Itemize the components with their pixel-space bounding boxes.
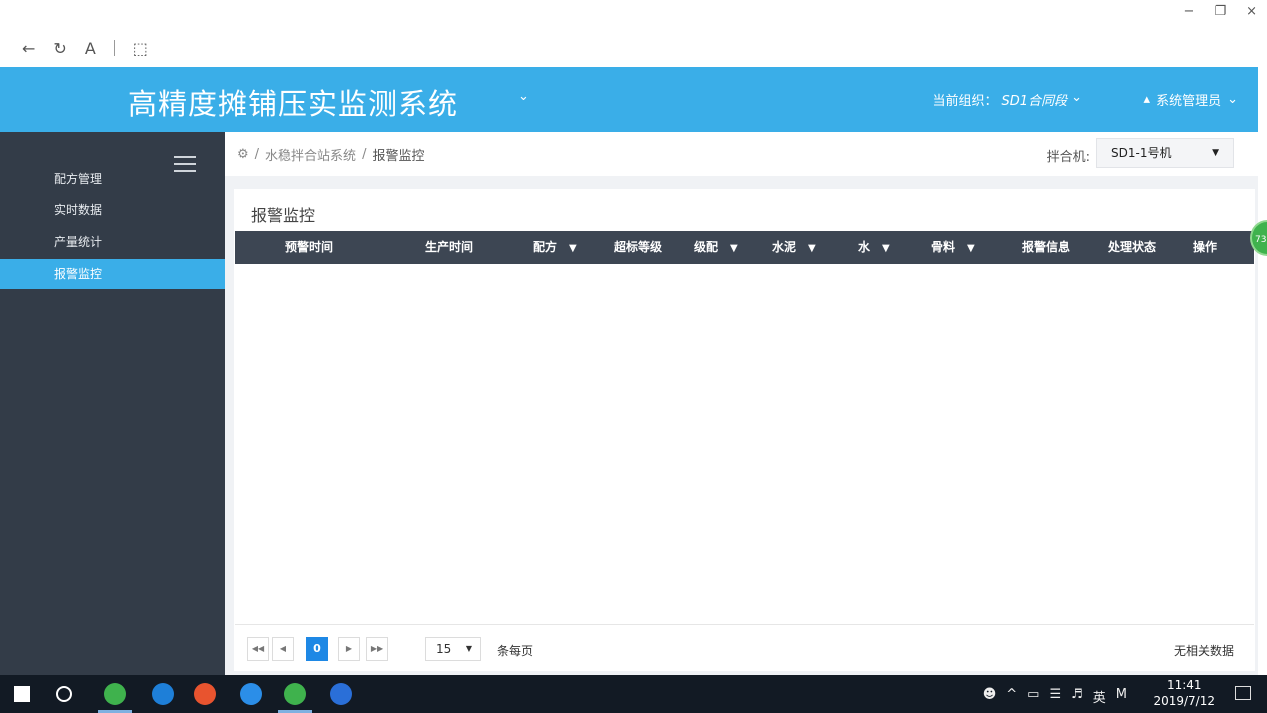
window-controls: − ❐ × (1184, 4, 1257, 22)
next-page-button[interactable]: ▶ (338, 637, 360, 661)
browser-toolbar: ← ↻ A ⬚ (22, 34, 148, 62)
chevron-down-icon: ⌄ (1071, 90, 1082, 105)
user-name: 系统管理员 (1156, 94, 1222, 109)
col-cement: 水泥 ▼ (772, 240, 816, 254)
browser-360-icon[interactable] (104, 683, 126, 705)
user-icon: ▴ (1143, 92, 1151, 107)
k-app-icon[interactable] (240, 683, 262, 705)
tabs-icon[interactable]: ⬚ (133, 39, 148, 58)
last-page-button[interactable]: ▶▶ (366, 637, 388, 661)
breadcrumb-bar: ⚙ / 水稳拌合站系统 / 报警监控 拌合机: SD1-1号机 ▼ (225, 132, 1258, 176)
breadcrumb-current: 报警监控 (372, 149, 425, 164)
main-content: ⚙ / 水稳拌合站系统 / 报警监控 拌合机: SD1-1号机 ▼ 报警监控 预… (225, 132, 1258, 675)
clock[interactable]: 11:41 2019/7/12 (1153, 677, 1215, 709)
table-body (235, 264, 1254, 624)
mixer-label: 拌合机: (1046, 150, 1090, 165)
chevron-up-icon[interactable]: ^ (1006, 687, 1017, 706)
back-icon[interactable]: ← (22, 39, 35, 58)
restore-button[interactable]: ❐ (1214, 4, 1226, 22)
chevron-down-icon: ⌄ (1227, 92, 1238, 107)
breadcrumb-root[interactable]: 水稳拌合站系统 (265, 145, 356, 164)
filter-icon[interactable]: ▼ (882, 243, 890, 254)
breadcrumb: ⚙ / 水稳拌合站系统 / 报警监控 (237, 145, 425, 164)
sidebar-item-alarm[interactable]: 报警监控 (0, 259, 225, 289)
clock-date: 2019/7/12 (1153, 694, 1215, 708)
search-icon[interactable] (56, 686, 72, 702)
page-size-value: 15 (436, 642, 452, 656)
col-handling-status[interactable]: 处理状态 (1108, 231, 1156, 264)
mixer-value: SD1-1号机 (1111, 146, 1172, 160)
col-alarm-info[interactable]: 报警信息 (1022, 231, 1070, 264)
col-water: 水 ▼ (858, 240, 890, 254)
col-exceed-level[interactable]: 超标等级 (614, 231, 662, 264)
clock-time: 11:41 (1166, 678, 1202, 692)
col-warning-time[interactable]: 预警时间 (285, 231, 333, 264)
filter-icon[interactable]: ▼ (808, 243, 816, 254)
windows-start-icon[interactable] (14, 686, 30, 702)
reload-icon[interactable]: ↻ (53, 39, 66, 58)
org-value: SD1合同段 (1001, 94, 1068, 109)
pager: ◀◀ ◀ 0 ▶ ▶▶ 15 ▼ 条每页 无相关数据 (235, 624, 1254, 671)
caret-down-icon: ▼ (465, 644, 472, 653)
battery-icon[interactable]: ▭ (1027, 687, 1039, 706)
org-selector[interactable]: 当前组织： SD1合同段 ⌄ (933, 90, 1082, 109)
empty-text: 无相关数据 (1173, 644, 1234, 658)
notification-icon[interactable] (1235, 686, 1251, 700)
sidebar-item-recipe[interactable]: 配方管理 (0, 164, 225, 194)
volume-icon[interactable]: ♬ (1071, 687, 1083, 706)
current-page-button[interactable]: 0 (306, 637, 328, 661)
close-button[interactable]: × (1246, 4, 1257, 22)
sidebar: 配方管理 实时数据 产量统计 报警监控 (0, 132, 225, 675)
gear-icon[interactable]: ⚙ (237, 147, 249, 162)
org-label: 当前组织： (932, 94, 998, 109)
taskbar: ☻ ^ ▭ ☰ ♬ 英 M 11:41 2019/7/12 (0, 675, 1267, 713)
user-menu[interactable]: ▴ 系统管理员 ⌄ (1144, 90, 1238, 109)
alarm-panel: 报警监控 预警时间 生产时间 配方 ▼ 超标等级 级配 ▼ 水泥 ▼ 水 ▼ 骨料 ▼ 报… (234, 189, 1255, 671)
first-page-button[interactable]: ◀◀ (247, 637, 269, 661)
wechat-icon[interactable] (284, 683, 306, 705)
chrome-icon[interactable] (194, 683, 216, 705)
shield-app-icon[interactable] (330, 683, 352, 705)
ime-indicator[interactable]: 英 (1093, 687, 1106, 706)
per-page-label: 条每页 (497, 644, 534, 658)
filter-icon[interactable]: ▼ (730, 243, 738, 254)
table-header: 预警时间 生产时间 配方 ▼ 超标等级 级配 ▼ 水泥 ▼ 水 ▼ 骨料 ▼ 报警信息 处… (235, 231, 1254, 264)
filter-icon[interactable]: ▼ (967, 243, 975, 254)
chevron-down-icon[interactable]: ⌄ (518, 89, 529, 104)
toolbar-divider (113, 40, 115, 56)
ime-mode-icon[interactable]: M (1116, 687, 1127, 706)
sidebar-item-realtime[interactable]: 实时数据 (0, 195, 225, 225)
people-icon[interactable]: ☻ (983, 687, 997, 706)
mixer-select[interactable]: SD1-1号机 ▼ (1096, 138, 1234, 168)
col-aggregate: 骨料 ▼ (931, 240, 975, 254)
minimize-button[interactable]: − (1184, 4, 1195, 22)
panel-title: 报警监控 (251, 206, 316, 225)
page-size-select[interactable]: 15 ▼ (425, 637, 481, 661)
prev-page-button[interactable]: ◀ (272, 637, 294, 661)
filter-icon[interactable]: ▼ (569, 243, 577, 254)
edge-icon[interactable] (152, 683, 174, 705)
wifi-icon[interactable]: ☰ (1049, 687, 1061, 706)
caret-down-icon: ▼ (1212, 148, 1219, 158)
app-header: 高精度摊铺压实监测系统 ⌄ 当前组织： SD1合同段 ⌄ ▴ 系统管理员 ⌄ (0, 67, 1258, 132)
sidebar-item-output[interactable]: 产量统计 (0, 227, 225, 257)
col-gradation: 级配 ▼ (694, 240, 738, 254)
app-title: 高精度摊铺压实监测系统 (128, 87, 459, 121)
col-recipe: 配方 ▼ (533, 240, 577, 254)
reader-mode-icon[interactable]: A (85, 39, 96, 58)
col-actions[interactable]: 操作 (1193, 231, 1217, 264)
col-production-time[interactable]: 生产时间 (425, 231, 473, 264)
